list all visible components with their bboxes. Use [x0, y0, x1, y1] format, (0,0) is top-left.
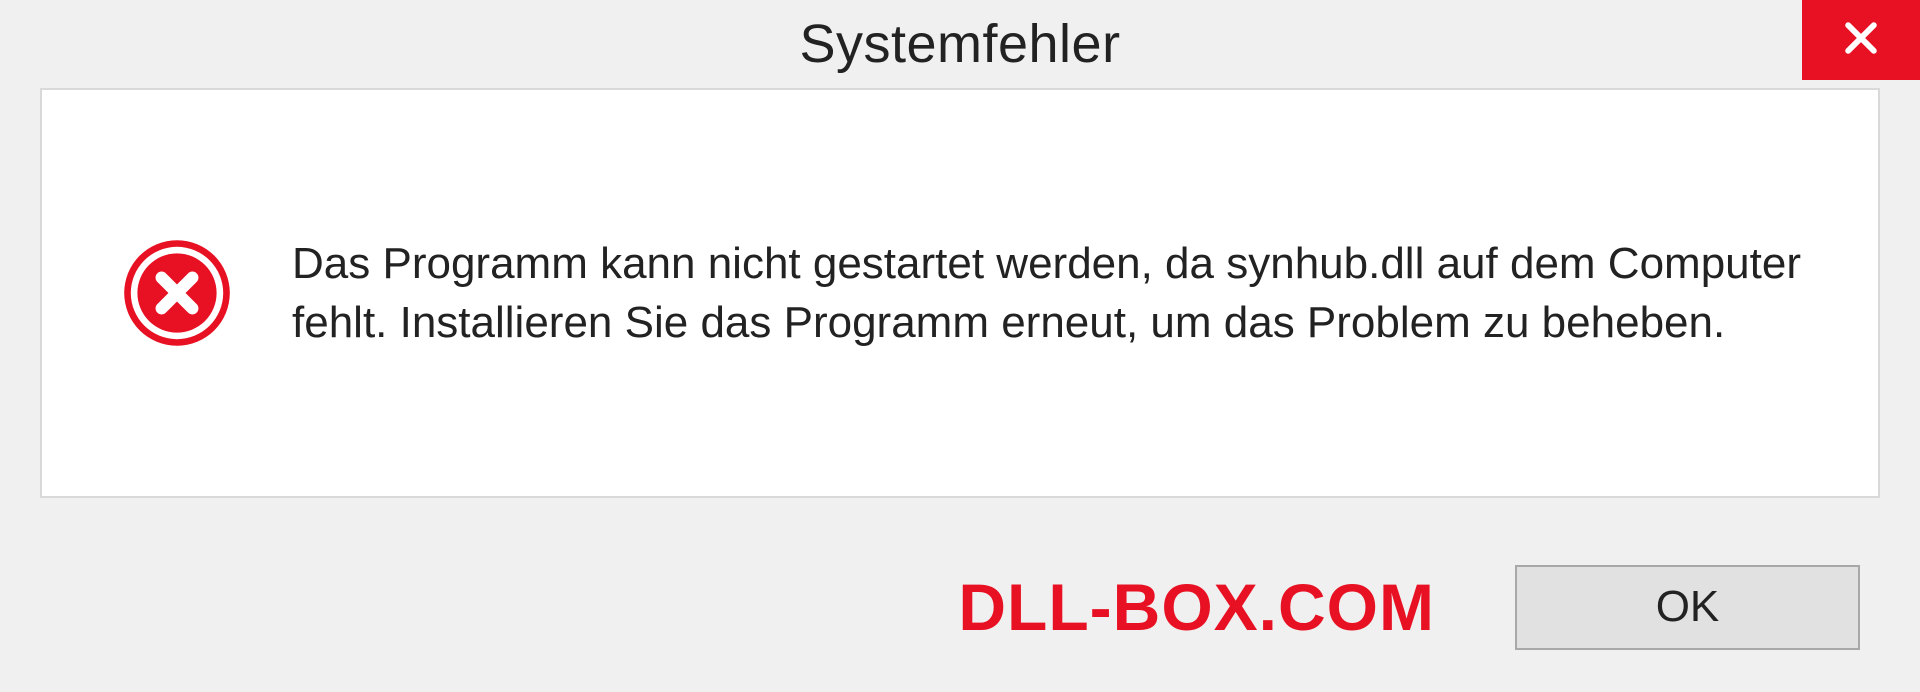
ok-button[interactable]: OK [1515, 565, 1860, 650]
titlebar: Systemfehler [0, 0, 1920, 88]
dialog-footer: DLL-BOX.COM OK [0, 522, 1920, 692]
close-button[interactable] [1802, 0, 1920, 80]
watermark-text: DLL-BOX.COM [958, 569, 1435, 645]
error-icon [122, 238, 232, 348]
error-message: Das Programm kann nicht gestartet werden… [292, 234, 1818, 353]
content-panel: Das Programm kann nicht gestartet werden… [40, 88, 1880, 498]
close-icon [1839, 16, 1883, 65]
dialog-title: Systemfehler [799, 13, 1120, 75]
ok-button-label: OK [1656, 582, 1720, 632]
error-dialog: Systemfehler Das Programm kann nicht ges… [0, 0, 1920, 692]
